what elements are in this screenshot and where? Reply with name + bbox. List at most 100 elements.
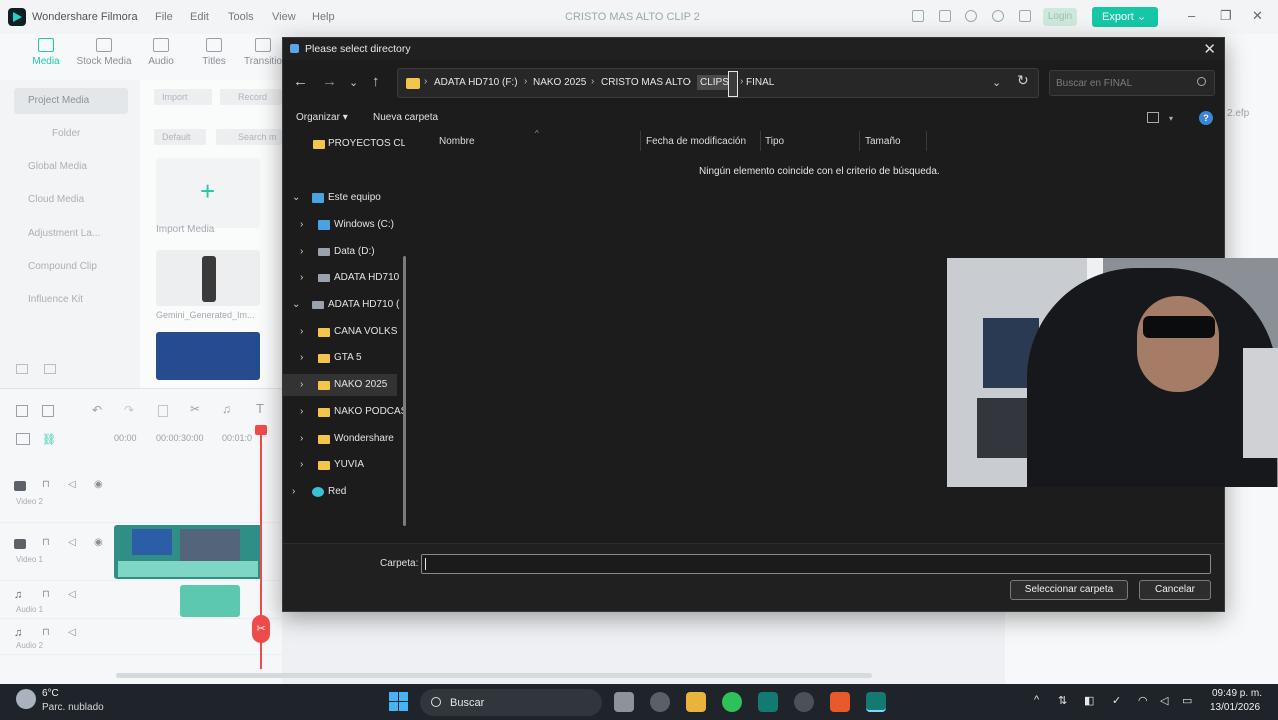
filmora-taskbar-icon[interactable] [758,692,778,712]
cancel-button[interactable]: Cancelar [1139,580,1211,600]
tree-item-cana-volks[interactable]: › CANA VOLKS [283,321,405,343]
tab-stock-media[interactable]: Stock Media [76,38,132,67]
back-arrow-icon[interactable]: ← [293,73,308,90]
column-divider[interactable] [859,131,860,151]
scissors-icon[interactable]: ✂ [190,402,200,416]
view-chevron-icon[interactable]: ▾ [1169,114,1173,123]
chevron-right-icon[interactable]: › [524,76,527,87]
speaker-icon[interactable]: ◁ [68,627,76,638]
close-window-icon[interactable]: ✕ [1252,8,1263,24]
breadcrumb-nako-2025[interactable]: NAKO 2025 [533,77,586,88]
camera-icon[interactable] [965,10,977,22]
column-header-modified[interactable]: Fecha de modificación [646,136,746,147]
weather-temperature[interactable]: 6°C [42,688,59,699]
tree-item-wondershare[interactable]: › Wondershare [283,428,405,450]
chrome-icon[interactable] [794,692,814,712]
lock-icon[interactable]: ⊓ [42,537,50,548]
copilot-icon[interactable] [650,692,670,712]
login-button[interactable]: Login [1043,8,1077,26]
record-dropdown[interactable]: Record [220,89,282,105]
breadcrumb-drive[interactable]: ADATA HD710 (F:) [434,77,518,88]
column-header-name[interactable]: Nombre [439,136,475,147]
lock-icon[interactable]: ⊓ [42,479,50,490]
tree-item-adata-1[interactable]: › ADATA HD710 [283,267,405,289]
chevron-right-icon[interactable]: › [424,76,427,87]
column-header-size[interactable]: Tamaño [865,136,901,147]
sidebar-item-compound-clip[interactable]: Compound Clip [14,254,128,280]
tree-item-gta-5[interactable]: › GTA 5 [283,347,405,369]
speaker-icon[interactable]: ◁ [68,479,76,490]
menu-tools[interactable]: Tools [228,11,254,23]
sidebar-item-project-media[interactable]: Project Media [14,88,128,114]
tray-app-icon[interactable]: ✓ [1112,694,1121,707]
layout-icon[interactable] [16,405,28,417]
sort-default-dropdown[interactable]: Default [154,129,206,145]
tree-item-proyectos[interactable]: PROYECTOS CLI [283,133,405,155]
menu-edit[interactable]: Edit [190,11,209,23]
add-track-icon[interactable] [16,433,30,445]
tree-item-yuvia[interactable]: › YUVIA [283,454,405,476]
timeline-scrollbar[interactable] [116,673,872,678]
sidebar-item-adjustment-layer[interactable]: Adjustment La... [14,221,128,247]
select-folder-button[interactable]: Seleccionar carpeta [1010,580,1128,600]
chevron-right-icon[interactable]: › [300,428,303,450]
tree-item-nako-podcast[interactable]: › NAKO PODCAS [283,401,405,423]
view-options-icon[interactable] [1147,112,1159,123]
text-icon[interactable]: T [256,401,264,416]
sidebar-item-cloud-media[interactable]: Cloud Media [14,187,128,213]
column-divider[interactable] [640,131,641,151]
column-divider[interactable] [926,131,927,151]
chevron-right-icon[interactable]: › [300,374,303,396]
sidebar-item-folder[interactable]: Folder [14,121,128,147]
forward-arrow-icon[interactable]: → [322,73,337,90]
windows-start-icon[interactable] [389,692,409,712]
recent-chevron-icon[interactable]: ⌄ [349,76,358,89]
tab-media[interactable]: Media [32,38,60,67]
chevron-right-icon[interactable]: › [292,481,295,503]
tab-transitions[interactable]: Transitio [244,38,282,67]
folder-input[interactable] [421,554,1211,574]
select-icon[interactable] [42,405,54,417]
file-explorer-icon[interactable] [686,692,706,712]
folder-icon[interactable] [44,364,56,374]
audio-edit-icon[interactable]: ♫ [222,402,231,416]
video-clip[interactable] [114,525,262,579]
chevron-right-icon[interactable]: › [688,76,691,87]
monitor-icon[interactable] [912,10,924,22]
chevron-right-icon[interactable]: › [300,347,303,369]
menu-help[interactable]: Help [312,11,335,23]
filmora-active-icon[interactable] [866,692,886,712]
tree-item-windows-c[interactable]: › Windows (C:) [283,214,405,236]
menu-file[interactable]: File [155,11,173,23]
media-search-input[interactable]: Search m [216,129,282,145]
chevron-right-icon[interactable]: › [591,76,594,87]
breadcrumb-clips[interactable]: CLIPS [697,75,732,90]
chevron-right-icon[interactable]: › [740,76,743,87]
media-thumbnail-gemini[interactable] [156,250,260,306]
tree-item-red[interactable]: › Red [283,481,405,503]
battery-icon[interactable]: ▭ [1182,694,1192,707]
speaker-icon[interactable]: ◁ [1160,694,1168,707]
tray-app-icon[interactable]: ⇅ [1058,694,1067,707]
tray-overflow-icon[interactable]: ^ [1034,694,1039,706]
save-icon[interactable] [939,10,951,22]
clock-time[interactable]: 09:49 p. m. [1212,688,1262,699]
search-input[interactable] [1056,76,1186,91]
chevron-right-icon[interactable]: › [300,267,303,289]
sidebar-item-global-media[interactable]: Global Media [14,154,128,180]
scissors-icon[interactable]: ✂ [252,615,270,643]
eye-icon[interactable]: ◉ [94,479,103,490]
taskbar-search[interactable]: Buscar [420,689,602,716]
undo-icon[interactable]: ↶ [92,403,102,417]
breadcrumb-cristo-mas-alto[interactable]: CRISTO MAS ALTO [601,77,690,88]
organize-menu[interactable]: Organizar ▾ [296,112,348,123]
weather-description[interactable]: Parc. nublado [42,702,104,713]
breadcrumb-separator-highlight[interactable] [728,71,738,97]
column-divider[interactable] [760,131,761,151]
search-icon[interactable] [1197,77,1206,86]
tree-item-data-d[interactable]: › Data (D:) [283,241,405,263]
speaker-icon[interactable]: ◁ [68,589,76,600]
speaker-icon[interactable]: ◁ [68,537,76,548]
import-dropdown[interactable]: Import [154,89,212,105]
address-bar[interactable]: › ADATA HD710 (F:) › NAKO 2025 › CRISTO … [397,68,1039,98]
